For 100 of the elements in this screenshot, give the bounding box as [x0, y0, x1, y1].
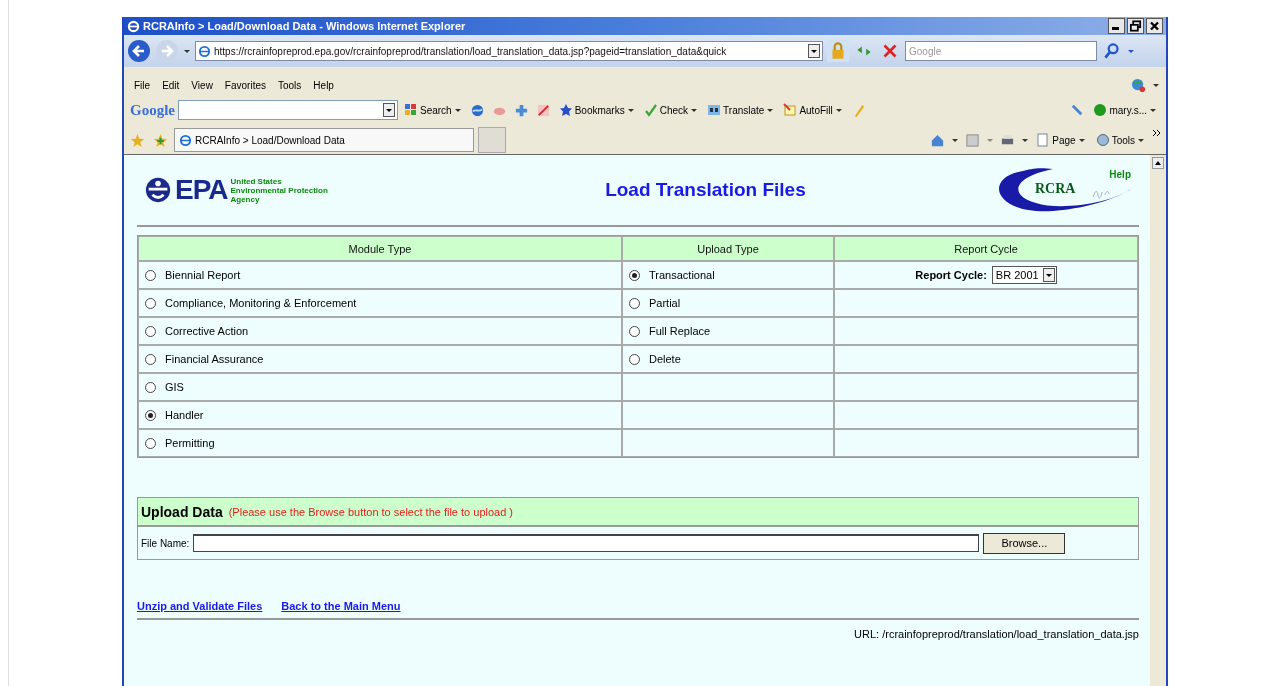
- radio-button[interactable]: [629, 269, 640, 281]
- file-name-field[interactable]: [193, 534, 980, 552]
- caret-icon: [766, 106, 775, 114]
- option-label: Permitting: [165, 437, 215, 449]
- caret-icon[interactable]: [1021, 136, 1030, 144]
- radio-button[interactable]: [629, 353, 640, 365]
- autofill-button[interactable]: AutoFill: [780, 102, 846, 118]
- minimize-icon: [1111, 27, 1119, 30]
- section-title: Upload Data: [141, 503, 223, 520]
- home-icon[interactable]: [930, 132, 946, 148]
- address-field[interactable]: https://rcrainfopreprod.epa.gov/rcrainfopreprod/translation/load_translation_data.jsp?pageid=translation_data&quick: [195, 41, 823, 61]
- radio-button[interactable]: [145, 353, 156, 365]
- page-icon: [179, 133, 192, 147]
- menu-item[interactable]: Edit: [158, 79, 184, 91]
- option-label: Partial: [649, 297, 681, 309]
- squares-icon: [404, 103, 418, 117]
- link[interactable]: Unzip and Validate Files: [137, 600, 263, 618]
- translate-icon: [707, 103, 722, 117]
- menu-item[interactable]: Tools: [274, 79, 306, 91]
- scrollbar[interactable]: [1150, 155, 1166, 686]
- user-button[interactable]: mary.s...: [1090, 102, 1160, 118]
- menu-item[interactable]: View: [187, 79, 217, 91]
- agency-name: United States: [230, 176, 283, 186]
- globe-icon[interactable]: [469, 102, 485, 118]
- caret-icon: [690, 106, 699, 114]
- radio-button[interactable]: [145, 269, 156, 281]
- star-icon[interactable]: [130, 132, 145, 148]
- checkmark-icon: [643, 103, 658, 117]
- agency-name: Environmental Protection: [230, 185, 328, 195]
- blocked-icon[interactable]: [535, 102, 551, 118]
- option-label: GIS: [165, 381, 184, 393]
- browse-button[interactable]: Browse...: [983, 532, 1066, 554]
- window-title: RCRAInfo > Load/Download Data - Windows Internet Explorer: [143, 20, 466, 32]
- logo-text: RCRA: [1035, 181, 1076, 197]
- tools-menu-button[interactable]: Tools: [1092, 132, 1148, 148]
- menu-item[interactable]: Favorites: [220, 79, 270, 91]
- caret-icon[interactable]: [951, 136, 960, 144]
- report-cycle-select[interactable]: BR 2001: [991, 266, 1057, 284]
- add-favorite-icon[interactable]: [153, 132, 168, 148]
- scroll-up-icon[interactable]: [1152, 157, 1164, 169]
- form-icon: [783, 103, 798, 117]
- column-header: Upload Type: [622, 236, 834, 261]
- menu-item[interactable]: Help: [309, 79, 338, 91]
- radio-button[interactable]: [145, 409, 156, 421]
- agency-name: Agency: [230, 194, 261, 204]
- check-button[interactable]: Check: [640, 102, 702, 118]
- caret-icon: [1137, 136, 1145, 144]
- google-search-field[interactable]: [178, 100, 398, 120]
- bookmarks-button[interactable]: Bookmarks: [555, 102, 638, 118]
- option-label: Corrective Action: [165, 325, 249, 337]
- caret-icon[interactable]: [183, 47, 191, 55]
- dropdown-icon: [1042, 268, 1055, 282]
- status-dot-icon: [1093, 103, 1108, 117]
- radio-button[interactable]: [145, 297, 156, 309]
- dropdown-icon[interactable]: [383, 103, 395, 117]
- caret-icon: [626, 106, 635, 114]
- close-button[interactable]: [1146, 18, 1163, 34]
- agency-logo-text: EPA: [175, 174, 228, 206]
- restore-button[interactable]: [1127, 18, 1144, 34]
- agency-logo-icon: [144, 176, 172, 204]
- search-button[interactable]: Search: [401, 102, 465, 118]
- caret-icon: [1149, 106, 1157, 114]
- caret-icon[interactable]: [1152, 81, 1160, 89]
- caret-icon: [834, 106, 843, 114]
- address-text: https://rcrainfopreprod.epa.gov/rcrainfopreprod/translation/load_translation_data.jsp?pageid=translation_data&quick: [214, 45, 728, 57]
- gear-icon: [1095, 133, 1110, 147]
- caret-icon: [1077, 136, 1086, 144]
- caret-icon[interactable]: [1127, 47, 1135, 55]
- radio-button[interactable]: [145, 325, 156, 337]
- close-icon: [1147, 19, 1162, 33]
- browser-logo-icon: [127, 19, 140, 33]
- radio-button[interactable]: [629, 297, 640, 309]
- hint-text: (Please use the Browse button to select the file to upload ): [228, 505, 514, 518]
- restore-icon: [1128, 19, 1143, 33]
- menu-item[interactable]: File: [130, 79, 155, 91]
- dropdown-icon[interactable]: [808, 44, 820, 58]
- back-icon[interactable]: [127, 39, 151, 63]
- translate-button[interactable]: Translate: [704, 102, 778, 118]
- url-text: URL: /rcrainfopreprod/translation/load_translation_data.jsp: [854, 628, 1139, 640]
- column-header: Module Type: [138, 236, 622, 261]
- option-label: Full Replace: [649, 325, 711, 337]
- option-label: Biennial Report: [165, 269, 241, 281]
- option-label: Compliance, Monitoring & Enforcement: [165, 297, 357, 309]
- link[interactable]: Back to the Main Menu: [281, 600, 401, 618]
- google-logo: Google: [130, 101, 175, 119]
- plus-icon[interactable]: [513, 102, 529, 118]
- radio-button[interactable]: [145, 437, 156, 449]
- help-link[interactable]: Help: [1109, 169, 1131, 180]
- page-menu-button[interactable]: Page: [1033, 132, 1089, 148]
- option-label: Financial Assurance: [165, 353, 264, 365]
- radio-button[interactable]: [145, 381, 156, 393]
- browser-tab[interactable]: RCRAInfo > Load/Download Data: [174, 128, 474, 152]
- chevron-icon[interactable]: [1152, 129, 1162, 137]
- radio-button[interactable]: [629, 325, 640, 337]
- option-label: Handler: [165, 409, 204, 421]
- minimize-button[interactable]: [1108, 18, 1125, 34]
- page-title: Load Translation Files: [605, 179, 806, 201]
- star-icon: [558, 103, 573, 117]
- globe-icon[interactable]: [1131, 77, 1146, 93]
- option-label: Delete: [649, 353, 681, 365]
